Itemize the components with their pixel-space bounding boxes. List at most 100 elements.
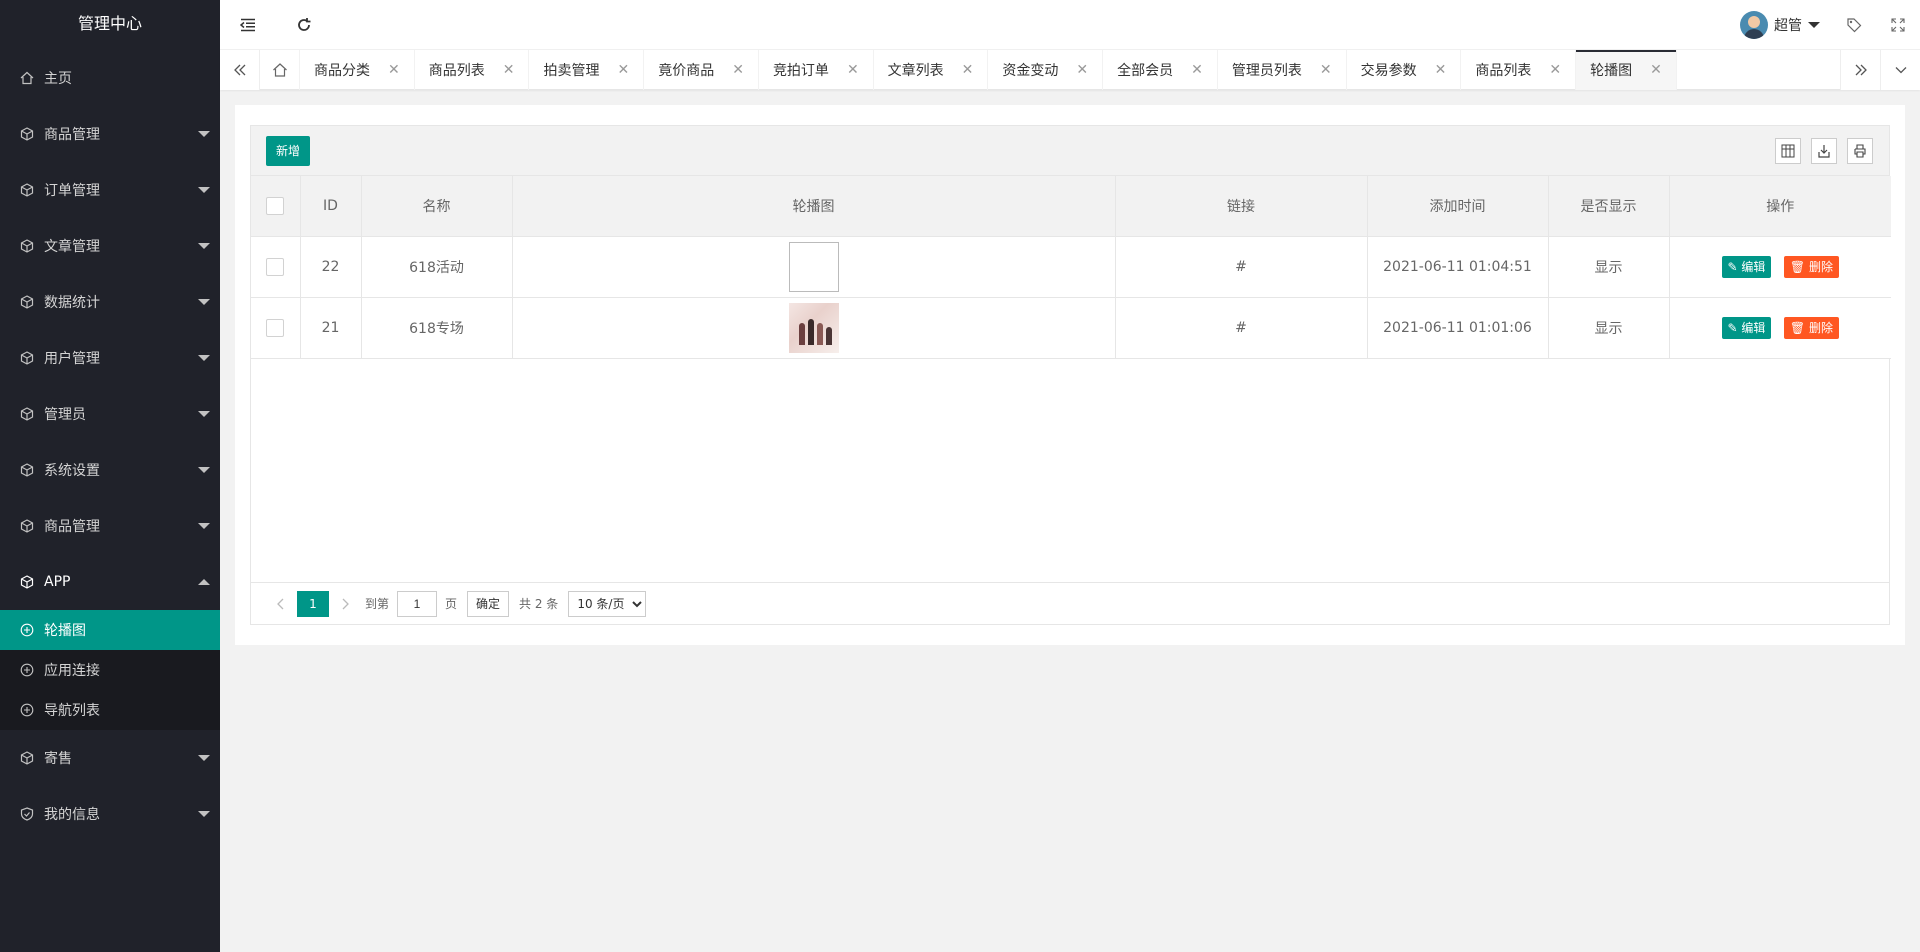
- data-table-container: 新增 ID 名称 轮播图 链接 添加时间 是否显示 操作 22 618活动 # …: [250, 125, 1891, 625]
- row-checkbox[interactable]: [266, 318, 285, 337]
- columns-filter-button[interactable]: [1775, 138, 1801, 164]
- close-icon[interactable]: ✕: [732, 62, 744, 78]
- cell-id: 21: [300, 297, 362, 359]
- tag-icon: [1847, 18, 1862, 33]
- select-all-checkbox[interactable]: [266, 196, 285, 215]
- tab-item[interactable]: 商品列表 ✕: [1461, 50, 1577, 90]
- tab-item[interactable]: 全部会员 ✕: [1103, 50, 1218, 90]
- sidebar-item-label: 寄售: [44, 751, 72, 767]
- cell-image: [512, 236, 1116, 298]
- close-icon[interactable]: ✕: [962, 62, 974, 78]
- table-toolbar: 新增: [251, 126, 1889, 176]
- export-button[interactable]: [1811, 138, 1837, 164]
- close-icon[interactable]: ✕: [388, 62, 400, 78]
- tab-item[interactable]: 拍卖管理 ✕: [529, 50, 645, 90]
- close-icon[interactable]: ✕: [1435, 62, 1447, 78]
- cell-show: 显示: [1548, 297, 1670, 359]
- tab-item[interactable]: 竟价商品 ✕: [644, 50, 759, 90]
- total-count: 共 2 条: [519, 597, 559, 611]
- tabs-scroll-left-button[interactable]: [220, 50, 260, 90]
- sidebar-item-goods-2[interactable]: 商品管理: [0, 498, 220, 554]
- carousel-thumbnail[interactable]: [788, 302, 839, 353]
- pencil-icon: ✎: [1727, 320, 1742, 335]
- print-button[interactable]: [1847, 138, 1873, 164]
- tab-item[interactable]: 商品列表 ✕: [415, 50, 530, 90]
- fullscreen-button[interactable]: [1876, 0, 1920, 50]
- tab-label: 文章列表: [887, 63, 944, 79]
- select-all-cell: [251, 176, 301, 237]
- tab-label: 轮播图: [1590, 63, 1633, 79]
- edit-button[interactable]: ✎ 编辑: [1721, 255, 1772, 278]
- tab-label: 商品分类: [314, 63, 370, 79]
- plus-circle-icon: [20, 703, 34, 717]
- goto-confirm-button[interactable]: 确定: [467, 590, 510, 617]
- edit-button[interactable]: ✎ 编辑: [1721, 316, 1772, 339]
- tab-item[interactable]: 竞拍订单 ✕: [759, 50, 874, 90]
- delete-button[interactable]: 🗑 删除: [1783, 316, 1839, 339]
- sidebar-subitem-nav-list[interactable]: 导航列表: [0, 690, 220, 730]
- cell-time: 2021-06-11 01:04:51: [1367, 236, 1549, 298]
- tab-item[interactable]: 文章列表 ✕: [874, 50, 989, 90]
- sidebar-item-label: 文章管理: [44, 239, 100, 255]
- chevron-left-icon: [277, 598, 284, 609]
- sidebar-item-app[interactable]: APP: [0, 554, 220, 610]
- plus-circle-icon: [20, 663, 34, 677]
- add-button[interactable]: 新增: [266, 136, 311, 166]
- close-icon[interactable]: ✕: [1320, 62, 1332, 78]
- cell-show: 显示: [1548, 236, 1670, 298]
- cell-id: 22: [300, 236, 362, 298]
- collapse-sidebar-button[interactable]: [220, 0, 276, 50]
- goto-page-input[interactable]: [397, 590, 438, 617]
- tabs-scroll-right-button[interactable]: [1840, 50, 1880, 90]
- sidebar-item-orders[interactable]: 订单管理: [0, 162, 220, 218]
- prev-page-button[interactable]: [271, 591, 289, 617]
- chevron-up-icon: [198, 579, 210, 585]
- close-icon[interactable]: ✕: [1549, 62, 1561, 78]
- tab-item[interactable]: 资金变动 ✕: [988, 50, 1104, 90]
- page-size-select[interactable]: 10 条/页: [568, 590, 647, 617]
- sidebar-item-goods[interactable]: 商品管理: [0, 106, 220, 162]
- next-page-button[interactable]: [337, 591, 355, 617]
- tab-item[interactable]: 商品分类 ✕: [300, 50, 415, 90]
- refresh-button[interactable]: [276, 0, 332, 50]
- close-icon[interactable]: ✕: [1191, 62, 1203, 78]
- tab-item[interactable]: 管理员列表 ✕: [1218, 50, 1347, 90]
- sidebar-item-admins[interactable]: 管理员: [0, 386, 220, 442]
- tab-item[interactable]: 交易参数 ✕: [1347, 50, 1462, 90]
- column-header: 链接: [1115, 176, 1368, 237]
- close-icon[interactable]: ✕: [617, 62, 629, 78]
- tabs-menu-button[interactable]: [1880, 50, 1920, 90]
- sidebar-subitem-app-links[interactable]: 应用连接: [0, 650, 220, 690]
- cell-link: #: [1115, 236, 1368, 298]
- sidebar-item-users[interactable]: 用户管理: [0, 330, 220, 386]
- sidebar-item-settings[interactable]: 系统设置: [0, 442, 220, 498]
- broken-image-thumbnail[interactable]: [788, 241, 839, 292]
- sidebar-item-articles[interactable]: 文章管理: [0, 218, 220, 274]
- close-icon[interactable]: ✕: [1076, 62, 1088, 78]
- sidebar-item-home[interactable]: 主页: [0, 50, 220, 106]
- tab-label: 拍卖管理: [543, 63, 600, 79]
- close-icon[interactable]: ✕: [503, 62, 515, 78]
- tab-home[interactable]: [260, 50, 300, 90]
- sidebar-subitem-carousel[interactable]: 轮播图: [0, 610, 220, 650]
- cube-icon: [20, 463, 34, 477]
- user-menu[interactable]: 超管: [1728, 0, 1832, 50]
- tag-button[interactable]: [1832, 0, 1876, 50]
- column-header: 轮播图: [512, 176, 1116, 237]
- row-checkbox[interactable]: [266, 257, 285, 276]
- cell-name: 618活动: [361, 236, 513, 298]
- current-page[interactable]: 1: [297, 590, 329, 617]
- cell-actions: ✎ 编辑 🗑 删除: [1669, 236, 1891, 298]
- tab-label: 商品列表: [428, 63, 485, 79]
- close-icon[interactable]: ✕: [847, 62, 859, 78]
- close-icon[interactable]: ✕: [1650, 62, 1662, 78]
- delete-button[interactable]: 🗑 删除: [1783, 255, 1839, 278]
- caret-down-icon: [1808, 22, 1820, 28]
- sidebar-item-label: 商品管理: [44, 519, 100, 535]
- table-header-row: ID 名称 轮播图 链接 添加时间 是否显示 操作: [251, 176, 1891, 237]
- sidebar-item-consignment[interactable]: 寄售: [0, 730, 220, 786]
- sidebar-item-stats[interactable]: 数据统计: [0, 274, 220, 330]
- tab-carousel-active[interactable]: 轮播图 ✕: [1576, 50, 1677, 90]
- sidebar-item-my-info[interactable]: 我的信息: [0, 786, 220, 842]
- cube-icon: [20, 351, 34, 365]
